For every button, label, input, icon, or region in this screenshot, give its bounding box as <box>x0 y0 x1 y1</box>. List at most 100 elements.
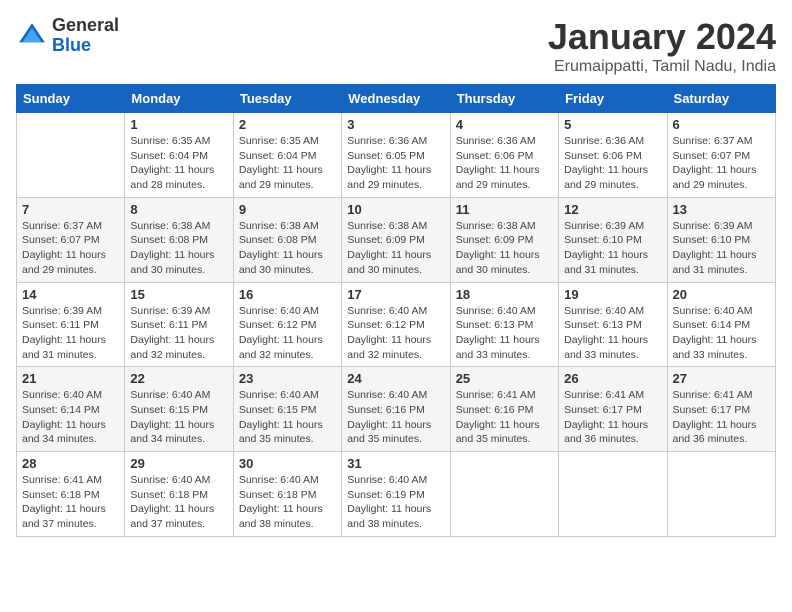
day-info: Sunrise: 6:38 AM Sunset: 6:09 PM Dayligh… <box>347 219 444 278</box>
calendar-cell: 1Sunrise: 6:35 AM Sunset: 6:04 PM Daylig… <box>125 113 233 198</box>
calendar-cell: 25 Sunrise: 6:41 AM Sunset: 6:16 PM Dayli… <box>450 367 558 452</box>
day-number: 20 <box>673 287 770 302</box>
main-title: January 2024 <box>548 16 776 58</box>
day-number: 12 <box>564 202 661 217</box>
day-info: Sunrise: 6:40 AM Sunset: 6:15 PM Dayligh… <box>239 388 336 447</box>
calendar-cell: 6 Sunrise: 6:37 AM Sunset: 6:07 PM Daylig… <box>667 113 775 198</box>
day-number: 30 <box>239 456 336 471</box>
day-info: Sunrise: 6:41 AM Sunset: 6:17 PM Dayligh… <box>564 388 661 447</box>
day-number: 13 <box>673 202 770 217</box>
logo-icon <box>16 20 48 52</box>
day-number: 3 <box>347 117 444 132</box>
calendar-cell: 2Sunrise: 6:35 AM Sunset: 6:04 PM Daylig… <box>233 113 341 198</box>
calendar-cell: 10 Sunrise: 6:38 AM Sunset: 6:09 PM Dayli… <box>342 197 450 282</box>
day-info: Sunrise: 6:40 AM Sunset: 6:12 PM Dayligh… <box>239 304 336 363</box>
day-number: 10 <box>347 202 444 217</box>
week-row-3: 14 Sunrise: 6:39 AM Sunset: 6:11 PM Dayli… <box>17 282 776 367</box>
day-number: 27 <box>673 371 770 386</box>
day-info: Sunrise: 6:35 AM Sunset: 6:04 PM Dayligh… <box>239 134 336 193</box>
day-info: Sunrise: 6:40 AM Sunset: 6:14 PM Dayligh… <box>673 304 770 363</box>
day-number: 31 <box>347 456 444 471</box>
calendar-cell: 23Sunrise: 6:40 AM Sunset: 6:15 PM Dayli… <box>233 367 341 452</box>
day-info: Sunrise: 6:41 AM Sunset: 6:16 PM Dayligh… <box>456 388 553 447</box>
calendar-cell: 27 Sunrise: 6:41 AM Sunset: 6:17 PM Dayli… <box>667 367 775 452</box>
header-day-wednesday: Wednesday <box>342 85 450 113</box>
logo-blue-text: Blue <box>52 36 119 56</box>
week-row-5: 28Sunrise: 6:41 AM Sunset: 6:18 PM Dayli… <box>17 452 776 537</box>
day-number: 25 <box>456 371 553 386</box>
header-row: SundayMondayTuesdayWednesdayThursdayFrid… <box>17 85 776 113</box>
day-number: 8 <box>130 202 227 217</box>
calendar-cell: 14Sunrise: 6:39 AM Sunset: 6:11 PM Dayli… <box>17 282 125 367</box>
day-number: 26 <box>564 371 661 386</box>
day-info: Sunrise: 6:41 AM Sunset: 6:17 PM Dayligh… <box>673 388 770 447</box>
day-info: Sunrise: 6:35 AM Sunset: 6:04 PM Dayligh… <box>130 134 227 193</box>
day-info: Sunrise: 6:40 AM Sunset: 6:19 PM Dayligh… <box>347 473 444 532</box>
calendar-cell: 16 Sunrise: 6:40 AM Sunset: 6:12 PM Dayli… <box>233 282 341 367</box>
subtitle: Erumaippatti, Tamil Nadu, India <box>548 58 776 76</box>
header-day-friday: Friday <box>559 85 667 113</box>
day-number: 19 <box>564 287 661 302</box>
calendar-cell: 30Sunrise: 6:40 AM Sunset: 6:18 PM Dayli… <box>233 452 341 537</box>
calendar-cell: 26 Sunrise: 6:41 AM Sunset: 6:17 PM Dayli… <box>559 367 667 452</box>
calendar-cell: 29Sunrise: 6:40 AM Sunset: 6:18 PM Dayli… <box>125 452 233 537</box>
calendar-body: 1Sunrise: 6:35 AM Sunset: 6:04 PM Daylig… <box>17 113 776 537</box>
header-day-tuesday: Tuesday <box>233 85 341 113</box>
calendar-cell: 19 Sunrise: 6:40 AM Sunset: 6:13 PM Dayli… <box>559 282 667 367</box>
calendar-cell: 18 Sunrise: 6:40 AM Sunset: 6:13 PM Dayli… <box>450 282 558 367</box>
calendar-cell: 21 Sunrise: 6:40 AM Sunset: 6:14 PM Dayli… <box>17 367 125 452</box>
title-block: January 2024 Erumaippatti, Tamil Nadu, I… <box>548 16 776 76</box>
day-info: Sunrise: 6:39 AM Sunset: 6:10 PM Dayligh… <box>673 219 770 278</box>
header-day-saturday: Saturday <box>667 85 775 113</box>
calendar-cell: 24 Sunrise: 6:40 AM Sunset: 6:16 PM Dayli… <box>342 367 450 452</box>
day-info: Sunrise: 6:38 AM Sunset: 6:08 PM Dayligh… <box>239 219 336 278</box>
day-info: Sunrise: 6:40 AM Sunset: 6:16 PM Dayligh… <box>347 388 444 447</box>
calendar-cell: 4 Sunrise: 6:36 AM Sunset: 6:06 PM Daylig… <box>450 113 558 198</box>
day-info: Sunrise: 6:40 AM Sunset: 6:13 PM Dayligh… <box>456 304 553 363</box>
day-info: Sunrise: 6:36 AM Sunset: 6:06 PM Dayligh… <box>564 134 661 193</box>
day-number: 11 <box>456 202 553 217</box>
day-number: 4 <box>456 117 553 132</box>
day-info: Sunrise: 6:37 AM Sunset: 6:07 PM Dayligh… <box>673 134 770 193</box>
day-info: Sunrise: 6:39 AM Sunset: 6:10 PM Dayligh… <box>564 219 661 278</box>
calendar-cell <box>450 452 558 537</box>
calendar-cell: 20 Sunrise: 6:40 AM Sunset: 6:14 PM Dayli… <box>667 282 775 367</box>
day-number: 16 <box>239 287 336 302</box>
calendar-cell: 13 Sunrise: 6:39 AM Sunset: 6:10 PM Dayli… <box>667 197 775 282</box>
day-info: Sunrise: 6:40 AM Sunset: 6:13 PM Dayligh… <box>564 304 661 363</box>
calendar-cell: 31 Sunrise: 6:40 AM Sunset: 6:19 PM Dayli… <box>342 452 450 537</box>
day-number: 21 <box>22 371 119 386</box>
logo-text: General Blue <box>52 16 119 56</box>
day-info: Sunrise: 6:40 AM Sunset: 6:15 PM Dayligh… <box>130 388 227 447</box>
calendar-cell: 15Sunrise: 6:39 AM Sunset: 6:11 PM Dayli… <box>125 282 233 367</box>
week-row-1: 1Sunrise: 6:35 AM Sunset: 6:04 PM Daylig… <box>17 113 776 198</box>
week-row-2: 7 Sunrise: 6:37 AM Sunset: 6:07 PM Daylig… <box>17 197 776 282</box>
calendar-cell: 11Sunrise: 6:38 AM Sunset: 6:09 PM Dayli… <box>450 197 558 282</box>
day-info: Sunrise: 6:39 AM Sunset: 6:11 PM Dayligh… <box>130 304 227 363</box>
day-number: 28 <box>22 456 119 471</box>
day-number: 22 <box>130 371 227 386</box>
logo-general-text: General <box>52 16 119 36</box>
calendar-cell: 9Sunrise: 6:38 AM Sunset: 6:08 PM Daylig… <box>233 197 341 282</box>
calendar-cell: 3Sunrise: 6:36 AM Sunset: 6:05 PM Daylig… <box>342 113 450 198</box>
day-info: Sunrise: 6:38 AM Sunset: 6:08 PM Dayligh… <box>130 219 227 278</box>
calendar-cell: 28Sunrise: 6:41 AM Sunset: 6:18 PM Dayli… <box>17 452 125 537</box>
calendar-cell: 17Sunrise: 6:40 AM Sunset: 6:12 PM Dayli… <box>342 282 450 367</box>
day-number: 6 <box>673 117 770 132</box>
calendar-cell: 12 Sunrise: 6:39 AM Sunset: 6:10 PM Dayli… <box>559 197 667 282</box>
day-info: Sunrise: 6:37 AM Sunset: 6:07 PM Dayligh… <box>22 219 119 278</box>
day-info: Sunrise: 6:36 AM Sunset: 6:06 PM Dayligh… <box>456 134 553 193</box>
day-number: 17 <box>347 287 444 302</box>
day-number: 5 <box>564 117 661 132</box>
day-number: 14 <box>22 287 119 302</box>
day-number: 7 <box>22 202 119 217</box>
calendar-header: SundayMondayTuesdayWednesdayThursdayFrid… <box>17 85 776 113</box>
day-number: 24 <box>347 371 444 386</box>
day-number: 18 <box>456 287 553 302</box>
day-info: Sunrise: 6:40 AM Sunset: 6:14 PM Dayligh… <box>22 388 119 447</box>
header-day-sunday: Sunday <box>17 85 125 113</box>
calendar-cell <box>667 452 775 537</box>
calendar-cell <box>559 452 667 537</box>
day-number: 29 <box>130 456 227 471</box>
calendar-cell: 8 Sunrise: 6:38 AM Sunset: 6:08 PM Daylig… <box>125 197 233 282</box>
